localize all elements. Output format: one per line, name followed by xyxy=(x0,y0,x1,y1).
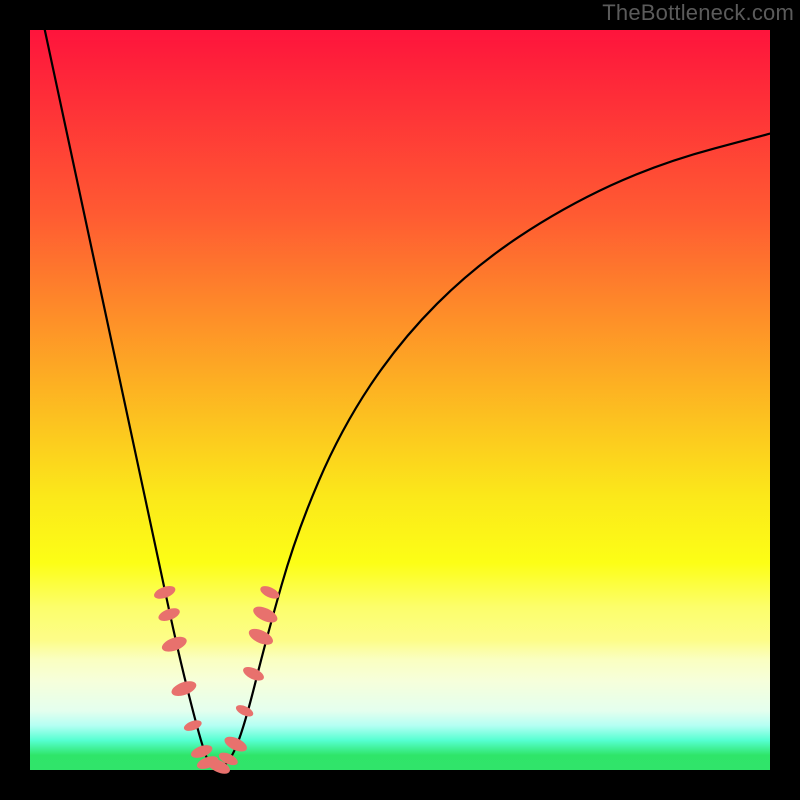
plot-area xyxy=(30,30,770,770)
marker-point xyxy=(241,664,266,683)
chart-stage: TheBottleneck.com xyxy=(0,0,800,800)
bottleneck-curve xyxy=(45,30,770,768)
marker-point xyxy=(170,678,199,699)
marker-point xyxy=(183,718,204,733)
marker-point xyxy=(222,734,249,755)
marker-point xyxy=(234,703,255,719)
marker-layer xyxy=(152,583,281,776)
chart-svg xyxy=(30,30,770,770)
watermark-text: TheBottleneck.com xyxy=(602,0,794,26)
marker-point xyxy=(246,626,275,648)
